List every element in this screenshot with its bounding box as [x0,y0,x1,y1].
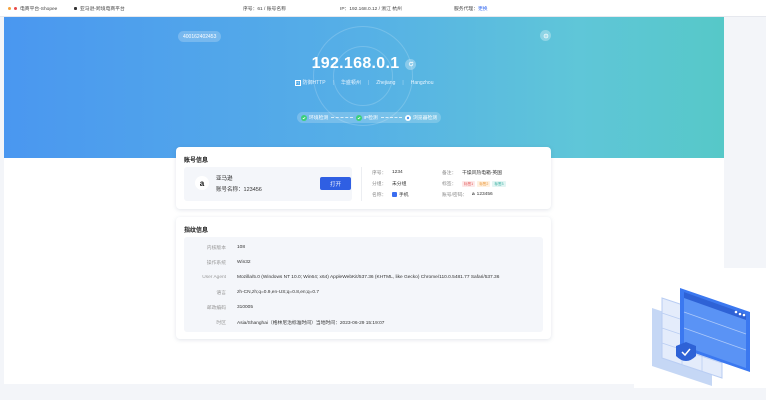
city-label: Hangzhou [410,79,434,86]
region-label: 华盛顿州 [340,80,361,86]
tab-shopee-label: 电商平台-Shopee [20,7,58,12]
check-icon [301,114,307,121]
topbar-ip: IP：192.168.0.12 / 浙江 杭州 [340,7,402,12]
check-icon [355,114,362,121]
account-info-card: 账号信息 a 亚马逊 账号名称：123456 打开 序号： 1234 分组： 未分组… [176,147,551,209]
fp-row-kernel: 内核版本 108 [206,244,246,251]
profile-id-badge[interactable]: 400162402453 [178,31,222,42]
ip-hero-banner: 400162402453 192.168.0.1 H 防御HTTP | 华盛顿州… [4,17,724,158]
tab-dot-icon [8,7,11,10]
group-field: 分组： 未分组 [372,182,407,187]
open-button[interactable]: 打开 [320,177,351,190]
fingerprint-card-title: 指纹信息 [184,228,209,234]
shopee-icon [14,7,17,10]
fp-row-language: 语言 zh-CN,zh;q=0.9,en-US;q=0.8,en;q=0.7 [216,289,319,296]
security-illustration [632,268,766,388]
tab-amazon[interactable]: 亚马逊-跨境电商平台 [74,0,125,17]
phone-icon [392,192,397,197]
ip-display: 192.168.0.1 [4,55,724,73]
settings-icon[interactable] [540,30,551,41]
topbar-proxy: 服务代理： 更换 [454,5,488,12]
fp-row-user-agent: User Agent Mozilla/5.0 (Windows NT 10.0; … [202,274,500,280]
tag-badge: 标签2 [477,180,491,187]
amazon-small-icon: a [472,192,475,197]
tag-badge: 标签3 [492,180,506,187]
step-env-check: 环境检测 [301,114,328,121]
fp-row-timezone: 时区 Asia/Shanghai（格林尼治标准时间）当地时间：2023-06-29… [216,320,385,326]
top-tab-bar: 电商平台-Shopee 亚马逊-跨境电商平台 序号：61 / 账号名称 IP：1… [0,0,766,17]
tag-badge: 标签1 [462,180,476,187]
category-field: 名称： 手机 [372,192,409,198]
step-ip-check: IP检测 [355,114,378,121]
protocol-icon: H [294,79,301,86]
protocol-label: 防御HTTP [302,80,326,86]
amazon-tab-icon [74,7,77,10]
seq-field: 序号： 1234 [372,170,403,176]
topbar-seq: 序号：61 / 账号名称 [243,7,286,12]
tab-amazon-label: 亚马逊-跨境电商平台 [80,7,125,12]
tags-field: 标签： 标签1 标签2 标签3 [442,180,506,187]
fp-row-os: 操作系统 Win32 [206,259,251,266]
platform-name: 亚马逊 [216,176,233,182]
info-icon [405,114,411,121]
account-card-title: 账号信息 [184,158,209,164]
refresh-icon[interactable] [405,58,417,70]
proxy-change-link[interactable]: 更换 [478,5,488,12]
fp-row-postcode: 邮政编码 310005 [206,304,254,311]
fingerprint-table: 内核版本 108 操作系统 Win32 User Agent Mozilla/5.0 … [184,237,543,332]
tab-shopee[interactable]: 电商平台-Shopee [8,0,57,17]
ip-meta: H 防御HTTP | 华盛顿州 | Zhejiang | Hangzhou [294,79,434,86]
fingerprint-info-card: 指纹信息 内核版本 108 操作系统 Win32 User Agent Mozilla… [176,217,551,339]
amazon-logo-icon: a [195,176,209,190]
check-steps: 环境检测 IP检测 浏览器检测 [297,112,441,123]
login-field: 账号/密码： a 123456 [442,192,493,198]
account-name: 账号名称：123456 [216,187,262,193]
province-label: Zhejiang [376,79,396,86]
ip-address: 192.168.0.1 [311,55,400,72]
step-browser-check: 浏览器检测 [405,114,437,121]
remark-field: 备注： 干燥风热电箱-英国 [442,171,502,176]
account-summary: a 亚马逊 账号名称：123456 打开 [184,167,352,201]
